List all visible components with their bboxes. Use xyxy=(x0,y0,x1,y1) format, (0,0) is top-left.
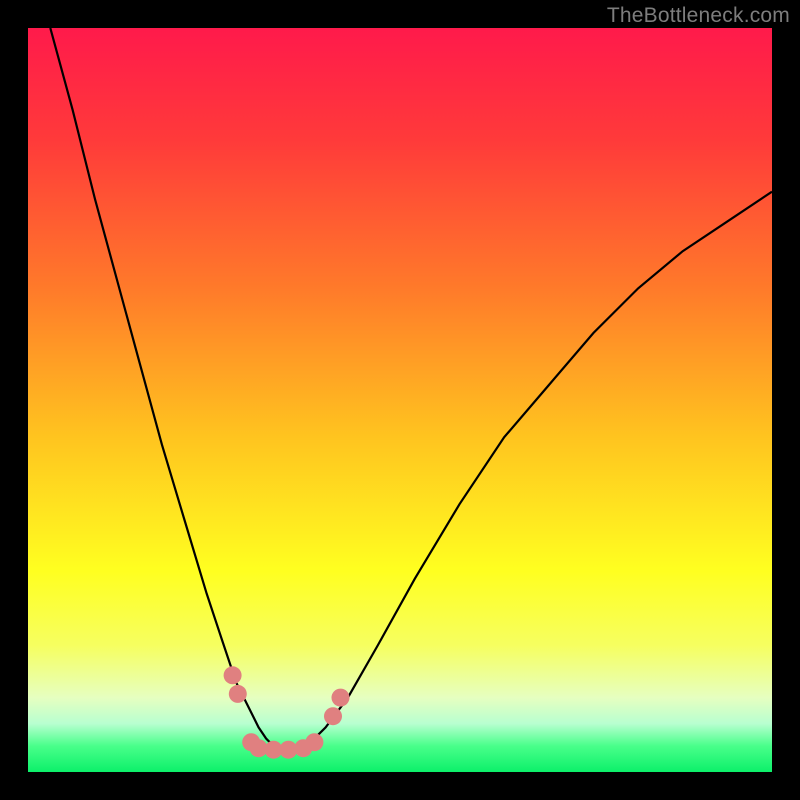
chart-marker xyxy=(229,685,247,703)
chart-marker xyxy=(324,707,342,725)
chart-frame: TheBottleneck.com xyxy=(0,0,800,800)
watermark-text: TheBottleneck.com xyxy=(607,4,790,28)
chart-background xyxy=(28,28,772,772)
chart-plot-area xyxy=(28,28,772,772)
chart-marker xyxy=(332,689,350,707)
chart-svg xyxy=(28,28,772,772)
chart-marker xyxy=(305,733,323,751)
chart-marker xyxy=(224,666,242,684)
